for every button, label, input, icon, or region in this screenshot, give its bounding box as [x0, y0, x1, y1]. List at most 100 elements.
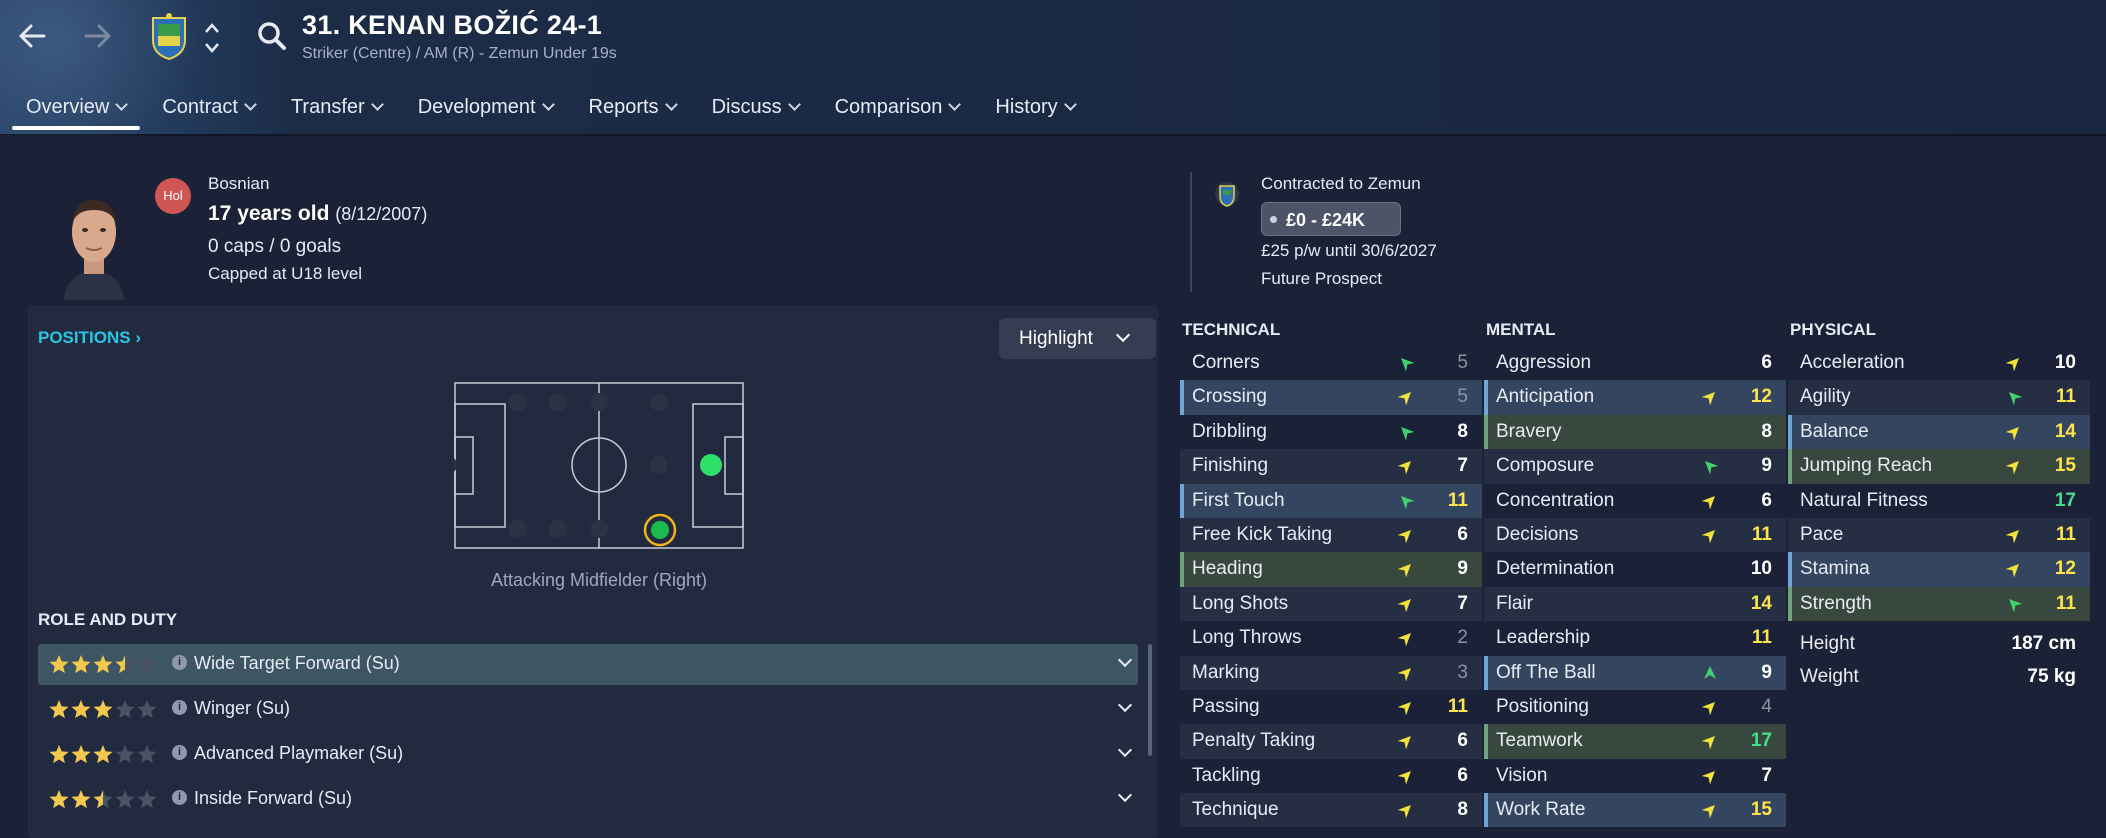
attribute-row[interactable]: First Touch 11 — [1180, 483, 1482, 518]
attribute-row[interactable]: Vision 7 — [1484, 759, 1786, 793]
info-icon[interactable]: i — [172, 745, 187, 760]
attribute-row[interactable]: Stamina 12 — [1788, 552, 2090, 587]
tab-label: Overview — [26, 96, 110, 118]
personality-badge[interactable]: Hol — [155, 178, 191, 214]
tab-transfer[interactable]: Transfer — [277, 92, 396, 132]
chevron-down-icon[interactable] — [1117, 652, 1133, 668]
tab-development[interactable]: Development — [404, 92, 567, 132]
chevron-down-icon — [1115, 327, 1131, 343]
trend-arrow-icon — [2006, 596, 2023, 613]
attribute-row[interactable]: Dribbling 8 — [1180, 415, 1482, 449]
mental-attributes: MENTAL Aggression 6 Anticipation 12 Bravery 8… — [1484, 320, 1786, 828]
attribute-row[interactable]: Corners 5 — [1180, 346, 1482, 380]
attribute-value: 6 — [1761, 489, 1772, 511]
info-icon[interactable]: i — [172, 700, 187, 715]
highlight-dropdown[interactable]: Highlight — [999, 318, 1156, 359]
attribute-value: 5 — [1457, 352, 1468, 373]
trend-arrow-icon — [2005, 527, 2022, 544]
attribute-row[interactable]: Passing 11 — [1180, 690, 1482, 724]
trend-arrow-icon — [1397, 527, 1414, 544]
tab-contract[interactable]: Contract — [148, 92, 269, 132]
attribute-row[interactable]: Acceleration 10 — [1788, 346, 2090, 380]
attribute-name: Tackling — [1192, 764, 1261, 786]
roles-scrollbar[interactable] — [1148, 644, 1152, 756]
attribute-row[interactable]: Crossing 5 — [1180, 380, 1482, 415]
attribute-row[interactable]: Heading 9 — [1180, 552, 1482, 587]
role-row[interactable]: i Wide Target Forward (Su) — [38, 644, 1138, 685]
attribute-row[interactable]: Long Shots 7 — [1180, 586, 1482, 622]
tab-overview[interactable]: Overview — [12, 92, 141, 132]
attribute-row[interactable]: Marking 3 — [1180, 655, 1482, 690]
chevron-down-icon[interactable] — [1117, 742, 1133, 758]
attribute-row[interactable]: Free Kick Taking 6 — [1180, 517, 1482, 553]
attribute-row[interactable]: Tackling 6 — [1180, 759, 1482, 793]
contract-club[interactable]: Contracted to Zemun — [1261, 174, 1421, 194]
info-icon[interactable]: i — [172, 655, 187, 670]
trend-arrow-icon — [1702, 665, 1718, 681]
attribute-name: Marking — [1192, 661, 1260, 683]
transfer-value-badge[interactable]: £0 - £24K — [1261, 202, 1401, 236]
attribute-row[interactable]: Penalty Taking 6 — [1180, 724, 1482, 759]
club-crest-icon[interactable] — [1214, 178, 1240, 210]
attribute-row[interactable]: Long Throws 2 — [1180, 621, 1482, 655]
tab-reports[interactable]: Reports — [575, 92, 690, 132]
chevron-down-icon — [115, 98, 129, 111]
attribute-row[interactable]: Agility 11 — [1788, 380, 2090, 415]
attribute-row[interactable]: Bravery 8 — [1484, 414, 1786, 450]
trend-arrow-icon — [1701, 493, 1718, 510]
role-name: Advanced Playmaker (Su) — [194, 743, 404, 763]
attribute-row[interactable]: Work Rate 15 — [1484, 793, 1786, 828]
attribute-name: Passing — [1192, 695, 1260, 717]
attribute-name: Long Throws — [1192, 627, 1302, 649]
attribute-name: Off The Ball — [1496, 661, 1596, 683]
attribute-value: 17 — [2054, 489, 2076, 511]
attribute-row[interactable]: Natural Fitness 17 — [1788, 484, 2090, 518]
info-icon[interactable]: i — [172, 790, 187, 805]
club-crest-icon[interactable] — [150, 12, 188, 61]
trend-arrow-icon — [1397, 699, 1414, 716]
trend-arrow-icon — [2005, 355, 2022, 372]
attribute-name: Determination — [1496, 558, 1615, 580]
attribute-row[interactable]: Teamwork 17 — [1484, 724, 1786, 759]
attribute-row[interactable]: Finishing 7 — [1180, 449, 1482, 484]
tab-comparison[interactable]: Comparison — [821, 92, 974, 132]
attribute-value: 7 — [1761, 764, 1772, 786]
attribute-name: Penalty Taking — [1192, 730, 1316, 752]
attribute-row[interactable]: Off The Ball 9 — [1484, 655, 1786, 690]
attribute-row[interactable]: Flair 14 — [1484, 586, 1786, 622]
role-row[interactable]: i Inside Forward (Su) — [38, 779, 1138, 820]
player-face-image[interactable] — [56, 190, 132, 300]
back-arrow-icon[interactable] — [14, 18, 50, 54]
attribute-row[interactable]: Concentration 6 — [1484, 484, 1786, 518]
attribute-row[interactable]: Aggression 6 — [1484, 346, 1786, 380]
caps-goals: 0 caps / 0 goals — [208, 236, 342, 257]
attribute-row[interactable]: Anticipation 12 — [1484, 380, 1786, 415]
role-row[interactable]: i Winger (Su) — [38, 689, 1138, 730]
capped-level: Capped at U18 level — [208, 264, 363, 283]
attribute-name: Acceleration — [1800, 352, 1905, 373]
attribute-row[interactable]: Technique 8 — [1180, 793, 1482, 828]
positions-link[interactable]: POSITIONS › — [38, 328, 141, 348]
attribute-row[interactable]: Strength 11 — [1788, 586, 2090, 622]
attribute-row[interactable]: Leadership 11 — [1484, 621, 1786, 655]
attribute-name: Agility — [1800, 386, 1851, 408]
attribute-row[interactable]: Composure 9 — [1484, 449, 1786, 484]
attribute-name: Teamwork — [1496, 730, 1583, 752]
attribute-row[interactable]: Determination 10 — [1484, 552, 1786, 586]
attribute-row[interactable]: Positioning 4 — [1484, 690, 1786, 724]
attribute-row[interactable]: Balance 14 — [1788, 414, 2090, 450]
up-down-icon[interactable] — [202, 16, 222, 60]
trend-arrow-icon — [1701, 527, 1718, 544]
attribute-row[interactable]: Pace 11 — [1788, 517, 2090, 553]
search-icon[interactable] — [256, 20, 288, 52]
attribute-row[interactable]: Jumping Reach 15 — [1788, 449, 2090, 484]
position-pitch[interactable] — [439, 382, 744, 549]
tab-discuss[interactable]: Discuss — [698, 92, 813, 132]
chevron-down-icon[interactable] — [1117, 697, 1133, 713]
attribute-row[interactable]: Decisions 11 — [1484, 517, 1786, 553]
role-row[interactable]: i Advanced Playmaker (Su) — [38, 734, 1138, 775]
chevron-down-icon[interactable] — [1117, 787, 1133, 803]
forward-arrow-icon[interactable] — [80, 18, 116, 54]
trend-arrow-icon — [1397, 802, 1414, 819]
tab-history[interactable]: History — [981, 92, 1088, 132]
